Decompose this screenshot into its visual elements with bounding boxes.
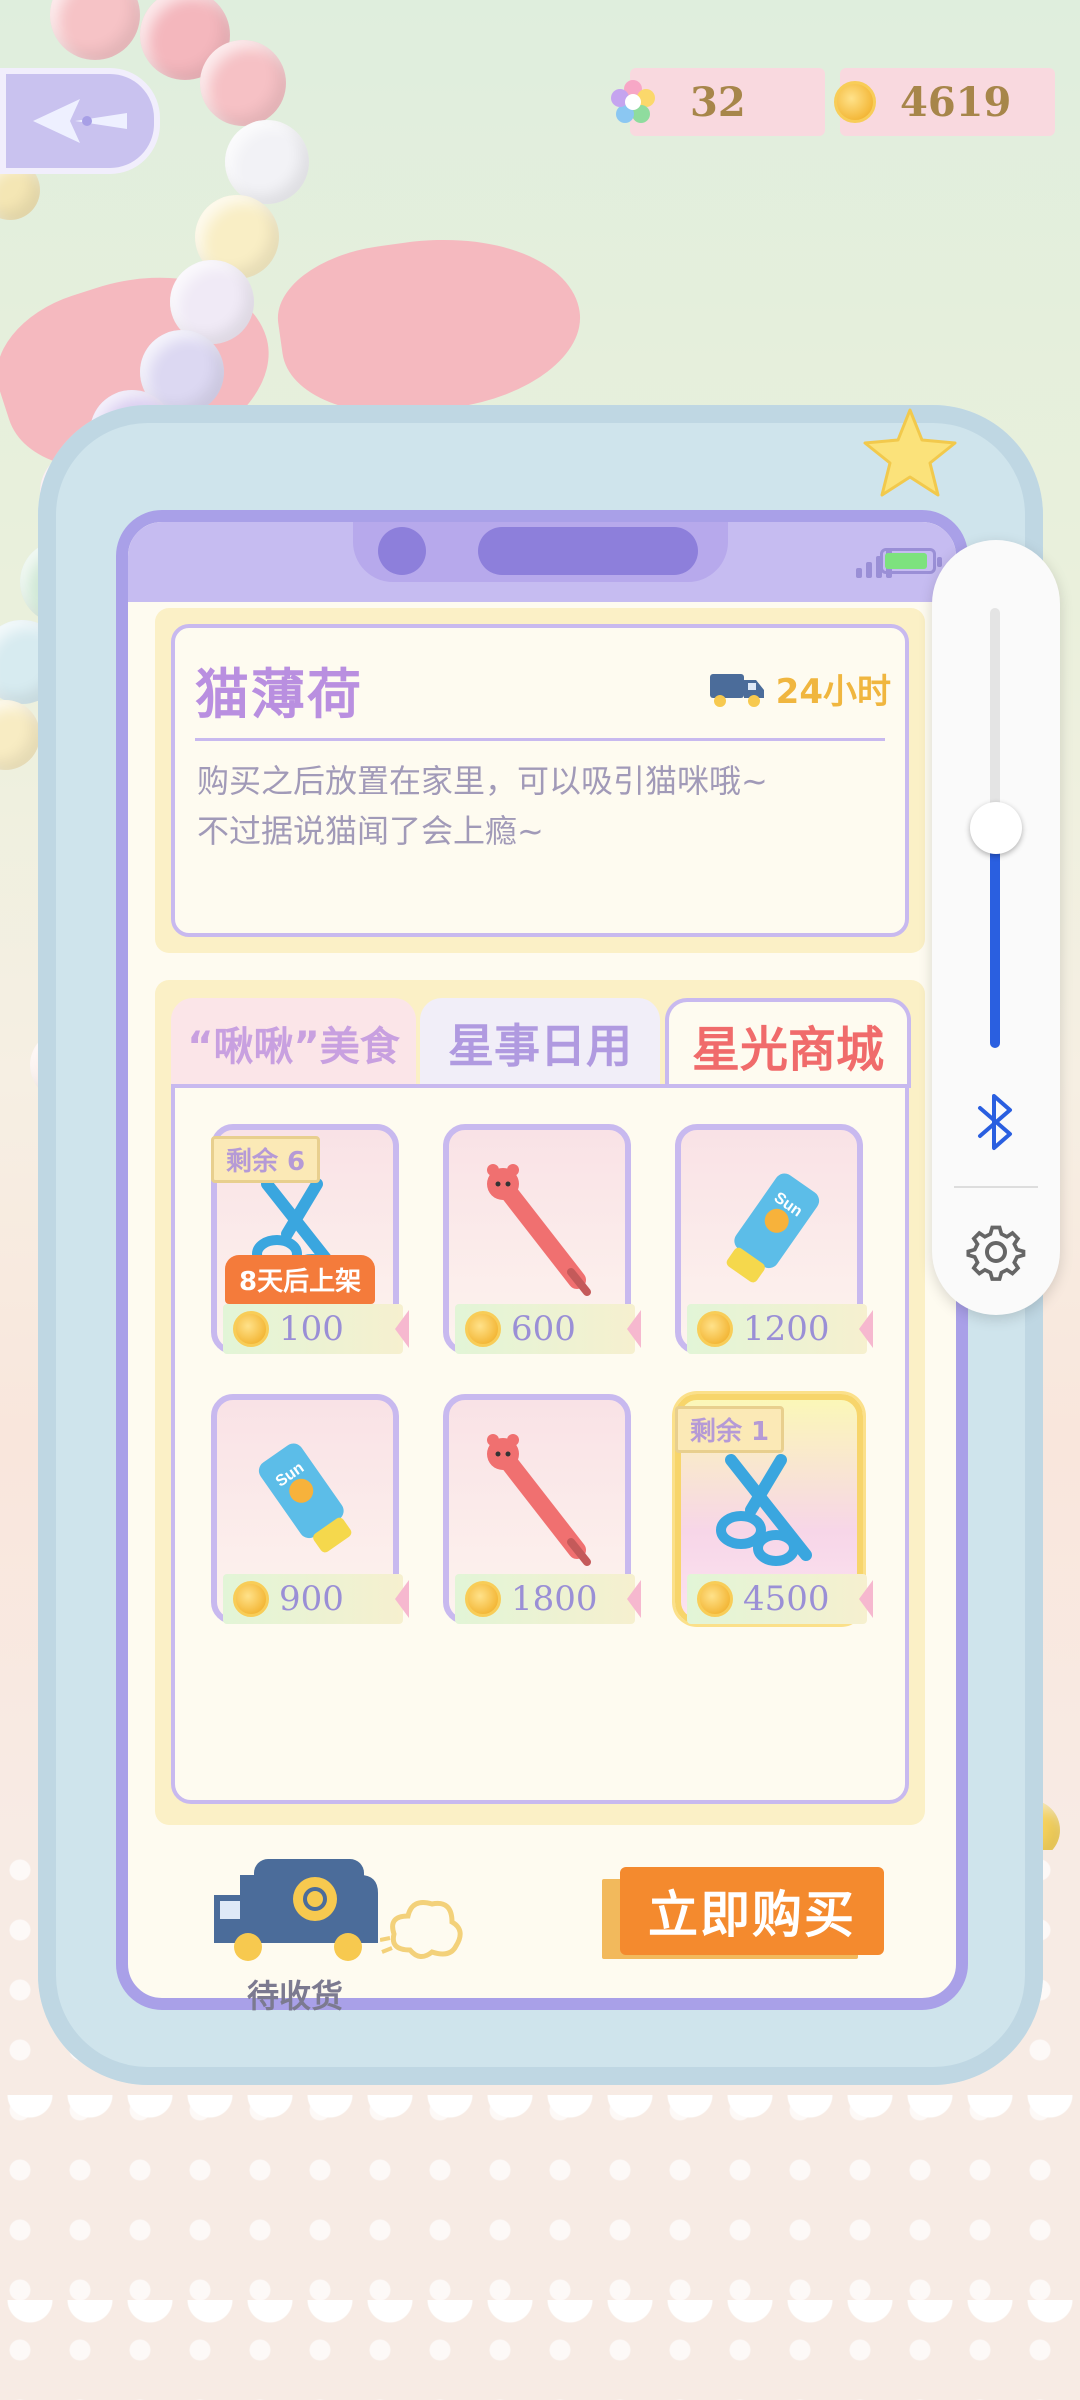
tab-food[interactable]: “啾啾”美食 bbox=[171, 998, 416, 1088]
scissors-icon bbox=[716, 1454, 812, 1566]
coin-icon bbox=[465, 1581, 501, 1617]
item-grid: 剩余 6 8天后上架 100 600 Sun 1200 Sun 900 1800… bbox=[171, 1084, 909, 1804]
item-description: 购买之后放置在家里，可以吸引猫咪哦~ 不过据说猫闻了会上瘾~ bbox=[197, 756, 768, 856]
bluetooth-icon[interactable] bbox=[974, 1090, 1018, 1154]
tab-star-mall[interactable]: 星光商城 bbox=[665, 998, 911, 1088]
item-detail-inner: 猫薄荷 24小时 购买之后放置在家里，可以吸引猫咪哦~ 不过据说猫闻了会上瘾~ bbox=[171, 624, 909, 937]
phone-notch bbox=[353, 522, 728, 582]
price-tag: 600 bbox=[455, 1304, 641, 1354]
shop-panel: “啾啾”美食 星事日用 星光商城 剩余 6 8天后上架 100 600 Sun … bbox=[155, 980, 925, 1825]
coin-icon bbox=[697, 1311, 733, 1347]
item-price: 100 bbox=[279, 1309, 344, 1349]
delivery-time: 24小时 bbox=[775, 672, 891, 712]
pen-icon bbox=[487, 1164, 591, 1296]
pending-delivery-button[interactable]: 待收货 bbox=[210, 1855, 380, 2017]
divider bbox=[954, 1186, 1038, 1188]
coin-icon bbox=[834, 81, 876, 123]
item-detail-card: 猫薄荷 24小时 购买之后放置在家里，可以吸引猫咪哦~ 不过据说猫闻了会上瘾~ bbox=[155, 608, 925, 953]
shop-item[interactable]: Sun 1200 bbox=[675, 1124, 873, 1354]
coin-icon bbox=[233, 1581, 269, 1617]
lace-trim bbox=[0, 2095, 1080, 2135]
item-price: 1200 bbox=[743, 1309, 830, 1349]
description-line: 购买之后放置在家里，可以吸引猫咪哦~ bbox=[197, 762, 768, 800]
coin-icon bbox=[697, 1581, 733, 1617]
coin-counter: 4619 bbox=[834, 68, 1055, 136]
availability-badge: 8天后上架 bbox=[225, 1255, 376, 1304]
rainbow-star-icon bbox=[611, 80, 655, 123]
coin-icon bbox=[465, 1311, 501, 1347]
back-arrow-icon bbox=[33, 99, 127, 143]
delivery-info: 24小时 bbox=[708, 664, 891, 713]
gem-counter: 32 bbox=[611, 68, 825, 136]
item-price: 1800 bbox=[511, 1579, 598, 1619]
sunscreen-tube-icon: Sun bbox=[258, 1443, 352, 1553]
description-line: 不过据说猫闻了会上瘾~ bbox=[197, 812, 544, 850]
shop-item[interactable]: Sun 900 bbox=[211, 1394, 409, 1624]
exhaust-cloud-icon bbox=[380, 1900, 463, 1959]
sunscreen-tube-icon: Sun bbox=[726, 1173, 820, 1283]
item-name: 猫薄荷 bbox=[195, 663, 363, 726]
ribbon-bow-right bbox=[269, 219, 591, 431]
price-tag: 4500 bbox=[687, 1574, 873, 1624]
bead bbox=[200, 40, 286, 126]
volume-slider-fill bbox=[990, 828, 1000, 1048]
price-tag: 900 bbox=[223, 1574, 409, 1624]
tab-daily-use[interactable]: 星事日用 bbox=[420, 998, 660, 1088]
item-price: 4500 bbox=[743, 1579, 830, 1619]
speaker-icon bbox=[478, 527, 698, 575]
item-price: 600 bbox=[511, 1309, 576, 1349]
pen-icon bbox=[487, 1434, 591, 1566]
system-control-panel bbox=[932, 540, 1060, 1315]
shop-item[interactable]: 剩余 6 8天后上架 100 bbox=[211, 1124, 409, 1354]
delivery-van-icon bbox=[214, 1859, 378, 1961]
price-tag: 1200 bbox=[687, 1304, 873, 1354]
shop-item[interactable]: 600 bbox=[443, 1124, 641, 1354]
battery-icon bbox=[880, 548, 942, 574]
item-price: 900 bbox=[279, 1579, 344, 1619]
stock-label: 剩余 6 bbox=[211, 1136, 321, 1183]
gear-icon[interactable] bbox=[966, 1222, 1026, 1282]
star-decoration-icon bbox=[863, 408, 957, 497]
shop-item-selected[interactable]: 剩余 1 4500 bbox=[675, 1394, 873, 1624]
buy-now-button[interactable]: 立即购买 bbox=[620, 1867, 884, 1955]
bead bbox=[50, 0, 140, 60]
delivery-truck-icon bbox=[709, 673, 764, 707]
bead bbox=[0, 700, 40, 770]
coin-count: 4619 bbox=[900, 78, 1012, 126]
camera-icon bbox=[378, 527, 426, 575]
volume-slider-knob[interactable] bbox=[970, 802, 1022, 854]
divider bbox=[195, 738, 885, 741]
shop-item[interactable]: 1800 bbox=[443, 1394, 641, 1624]
lace-trim bbox=[0, 2300, 1080, 2340]
pending-delivery-label: 待收货 bbox=[246, 1977, 343, 2015]
back-button[interactable] bbox=[0, 68, 160, 174]
coin-icon bbox=[233, 1311, 269, 1347]
price-tag: 100 bbox=[223, 1304, 409, 1354]
gem-count: 32 bbox=[690, 78, 746, 126]
bead bbox=[225, 120, 309, 204]
stock-label: 剩余 1 bbox=[675, 1406, 785, 1453]
price-tag: 1800 bbox=[455, 1574, 641, 1624]
